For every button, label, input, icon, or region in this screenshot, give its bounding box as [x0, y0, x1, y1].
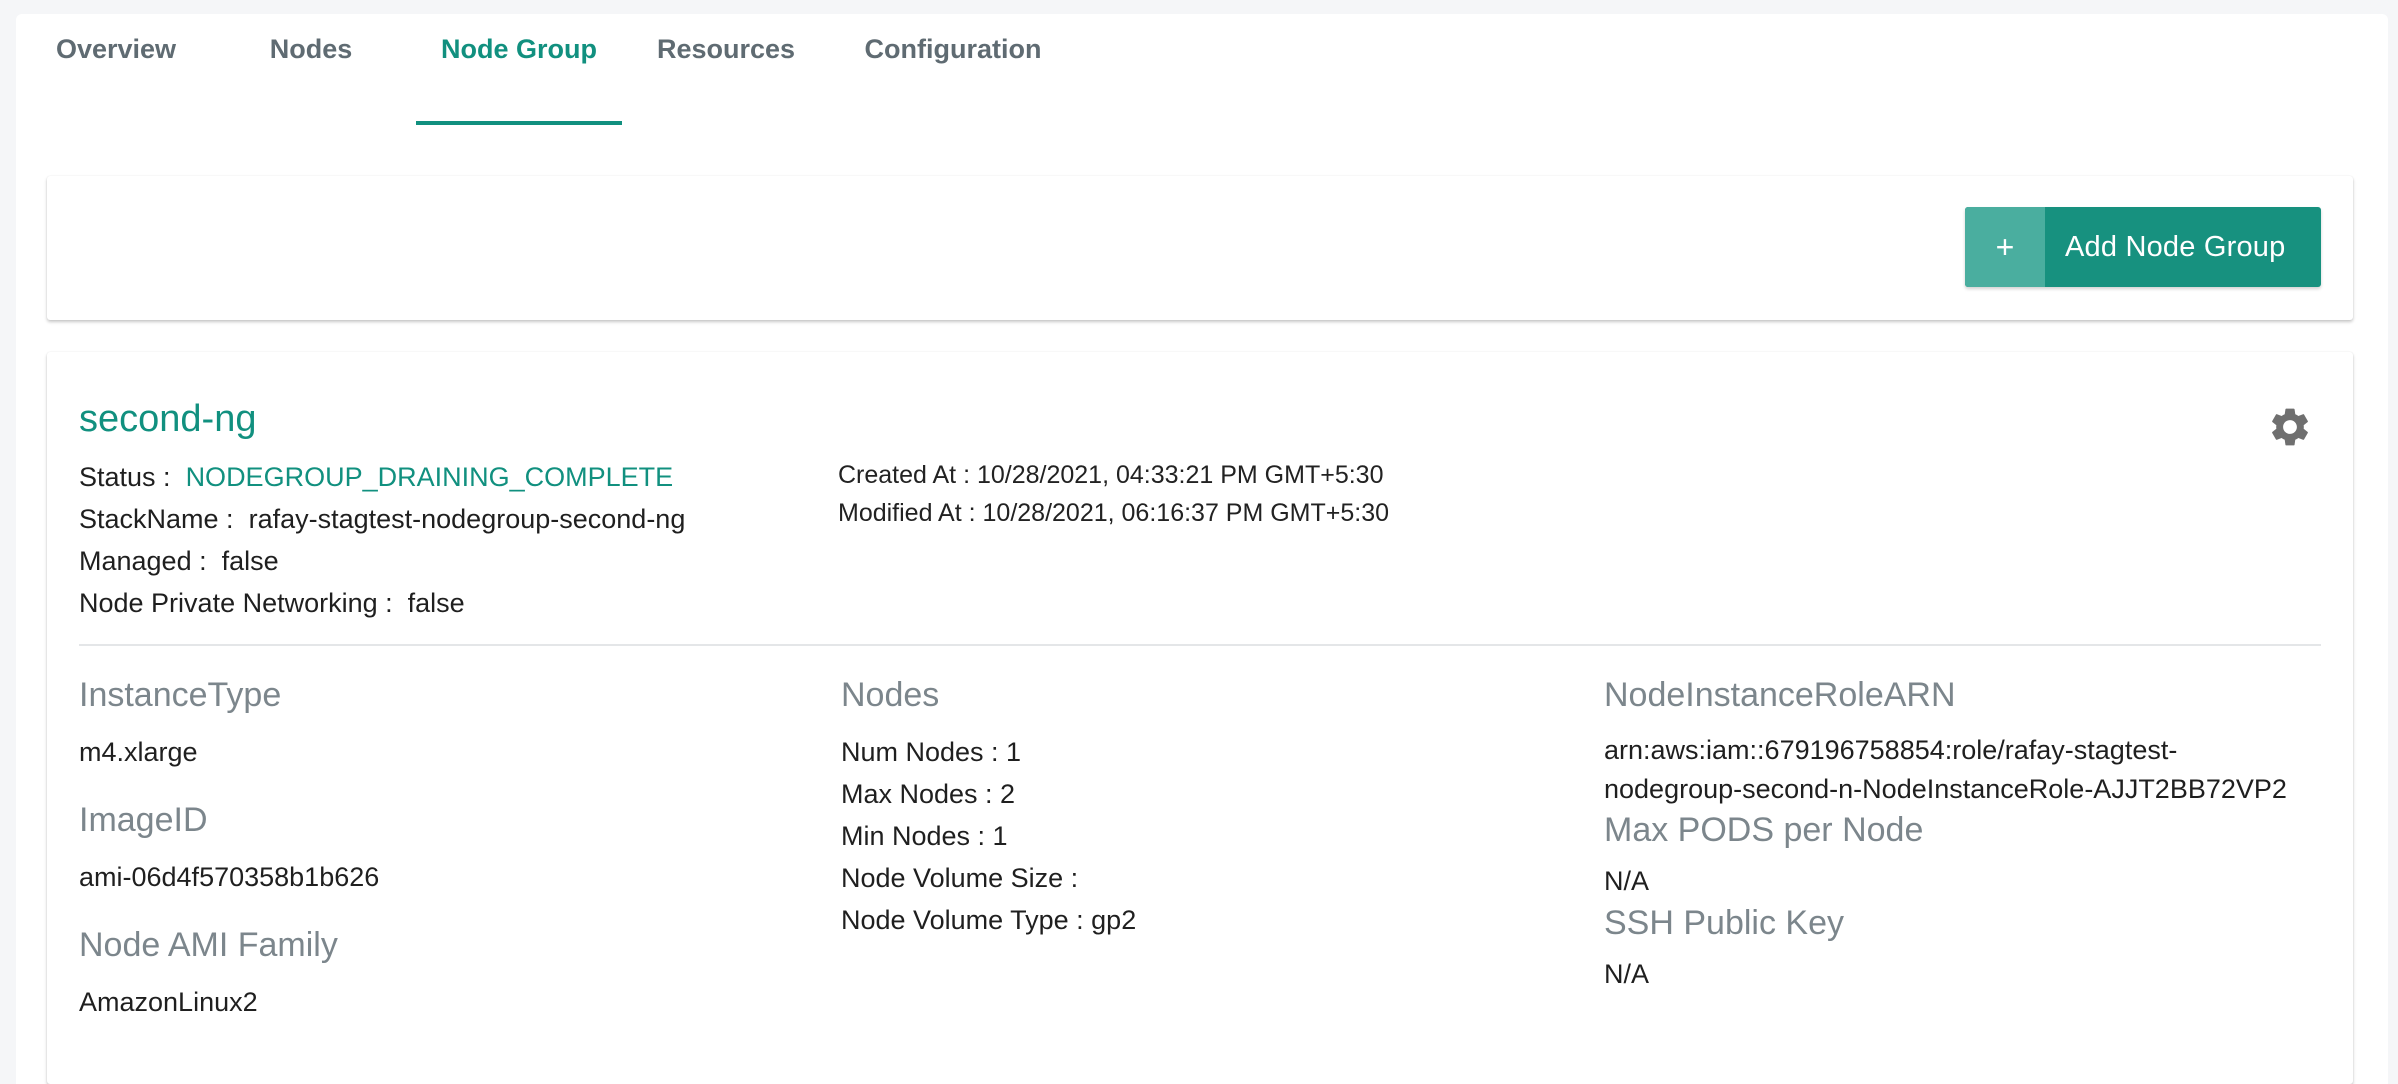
stackname-row: StackName : rafay-stagtest-nodegroup-sec… [79, 504, 686, 534]
plus-icon: + [1965, 207, 2045, 287]
node-volume-type: Node Volume Type : gp2 [841, 905, 1137, 935]
add-node-group-label: Add Node Group [2065, 230, 2286, 263]
nodes-title: Nodes [841, 676, 940, 714]
role-arn-line1: arn:aws:iam::679196758854:role/rafay-sta… [1604, 735, 2178, 765]
num-nodes: Num Nodes : 1 [841, 737, 1022, 767]
image-id-title: ImageID [79, 801, 208, 839]
nodegroup-name: second-ng [79, 398, 257, 440]
private-networking-value: false [407, 588, 465, 618]
modified-at: Modified At : 10/28/2021, 06:16:37 PM GM… [838, 499, 1390, 527]
image-id-value: ami-06d4f570358b1b626 [79, 862, 380, 892]
managed-row: Managed : false [79, 546, 279, 576]
max-nodes: Max Nodes : 2 [841, 779, 1016, 809]
instance-type-title: InstanceType [79, 676, 282, 714]
timestamps: Created At : 10/28/2021, 04:33:21 PM GMT… [838, 456, 1389, 532]
instance-type-value: m4.xlarge [79, 737, 198, 767]
divider [79, 644, 2321, 646]
created-at: Created At : 10/28/2021, 04:33:21 PM GMT… [838, 461, 1384, 489]
ssh-key-value: N/A [1604, 959, 1650, 989]
ami-family-title: Node AMI Family [79, 926, 338, 964]
private-networking-row: Node Private Networking : false [79, 588, 465, 618]
min-nodes: Min Nodes : 1 [841, 821, 1008, 851]
tab-bar: Overview Nodes Node Group Resources Conf… [16, 14, 2388, 125]
max-pods-title: Max PODS per Node [1604, 811, 1924, 849]
nodegroup-card: second-ng Status : NODEGROUP_DRAINING_CO… [47, 352, 2353, 1084]
cluster-detail-page: Overview Nodes Node Group Resources Conf… [16, 14, 2388, 1084]
managed-value: false [221, 546, 279, 576]
nodegroup-meta: Status : NODEGROUP_DRAINING_COMPLETE Sta… [79, 456, 685, 624]
nodes-column: Nodes Num Nodes : 1 Max Nodes : 2 Min No… [841, 676, 1136, 941]
ami-family-value: AmazonLinux2 [79, 987, 258, 1017]
tab-configuration[interactable]: Configuration [842, 14, 1064, 112]
status-row: Status : NODEGROUP_DRAINING_COMPLETE [79, 462, 674, 492]
status-value: NODEGROUP_DRAINING_COMPLETE [185, 462, 674, 492]
tab-resources[interactable]: Resources [648, 14, 804, 112]
gear-icon[interactable] [2267, 404, 2313, 450]
instance-column: InstanceType m4.xlarge ImageID ami-06d4f… [79, 676, 379, 1051]
ssh-key-title: SSH Public Key [1604, 904, 1844, 942]
max-pods-value: N/A [1604, 866, 1650, 896]
toolbar-card: + Add Node Group [47, 176, 2353, 320]
role-arn-title: NodeInstanceRoleARN [1604, 676, 1956, 714]
add-node-group-button[interactable]: + Add Node Group [1965, 207, 2321, 287]
tab-node-group[interactable]: Node Group [416, 14, 622, 125]
node-volume-size: Node Volume Size : [841, 863, 1079, 893]
tab-nodes[interactable]: Nodes [252, 14, 370, 112]
tab-overview[interactable]: Overview [36, 14, 196, 112]
role-column: NodeInstanceRoleARN arn:aws:iam::6791967… [1604, 676, 2287, 995]
stackname-value: rafay-stagtest-nodegroup-second-ng [248, 504, 686, 534]
role-arn-line2: nodegroup-second-n-NodeInstanceRole-AJJT… [1604, 774, 2287, 804]
